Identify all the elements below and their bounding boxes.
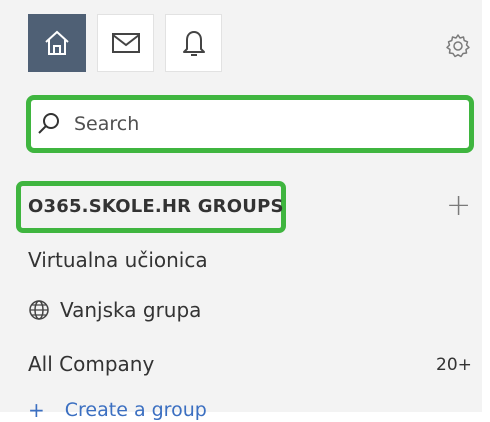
globe-icon — [29, 300, 49, 320]
search-input[interactable] — [74, 113, 414, 135]
search-field[interactable] — [36, 104, 464, 144]
group-item-label: All Company — [28, 352, 155, 376]
add-group-button[interactable]: + — [446, 188, 471, 224]
unread-count-badge: 20+ — [436, 355, 472, 375]
create-group-plus: + — [28, 398, 45, 422]
group-item-label: Virtualna učionica — [28, 248, 208, 272]
group-item-all-company[interactable]: All Company — [28, 352, 154, 376]
mail-button[interactable] — [97, 14, 154, 72]
create-group-link[interactable]: + Create a group — [28, 398, 207, 422]
home-icon — [45, 30, 69, 55]
group-item-vanjska-grupa[interactable]: Vanjska grupa — [28, 298, 201, 322]
search-icon — [38, 113, 59, 134]
gear-icon[interactable] — [444, 32, 472, 60]
mail-icon — [111, 33, 140, 53]
group-item-label: Vanjska grupa — [60, 298, 202, 322]
notifications-button[interactable] — [165, 14, 222, 72]
create-group-label: Create a group — [64, 399, 207, 421]
home-button[interactable] — [28, 14, 86, 72]
bell-icon — [182, 31, 205, 56]
groups-header[interactable]: O365.SKOLE.HR GROUPS — [28, 196, 284, 217]
group-item-virtualna-ucionica[interactable]: Virtualna učionica — [28, 248, 208, 272]
panel-edge — [482, 0, 490, 412]
